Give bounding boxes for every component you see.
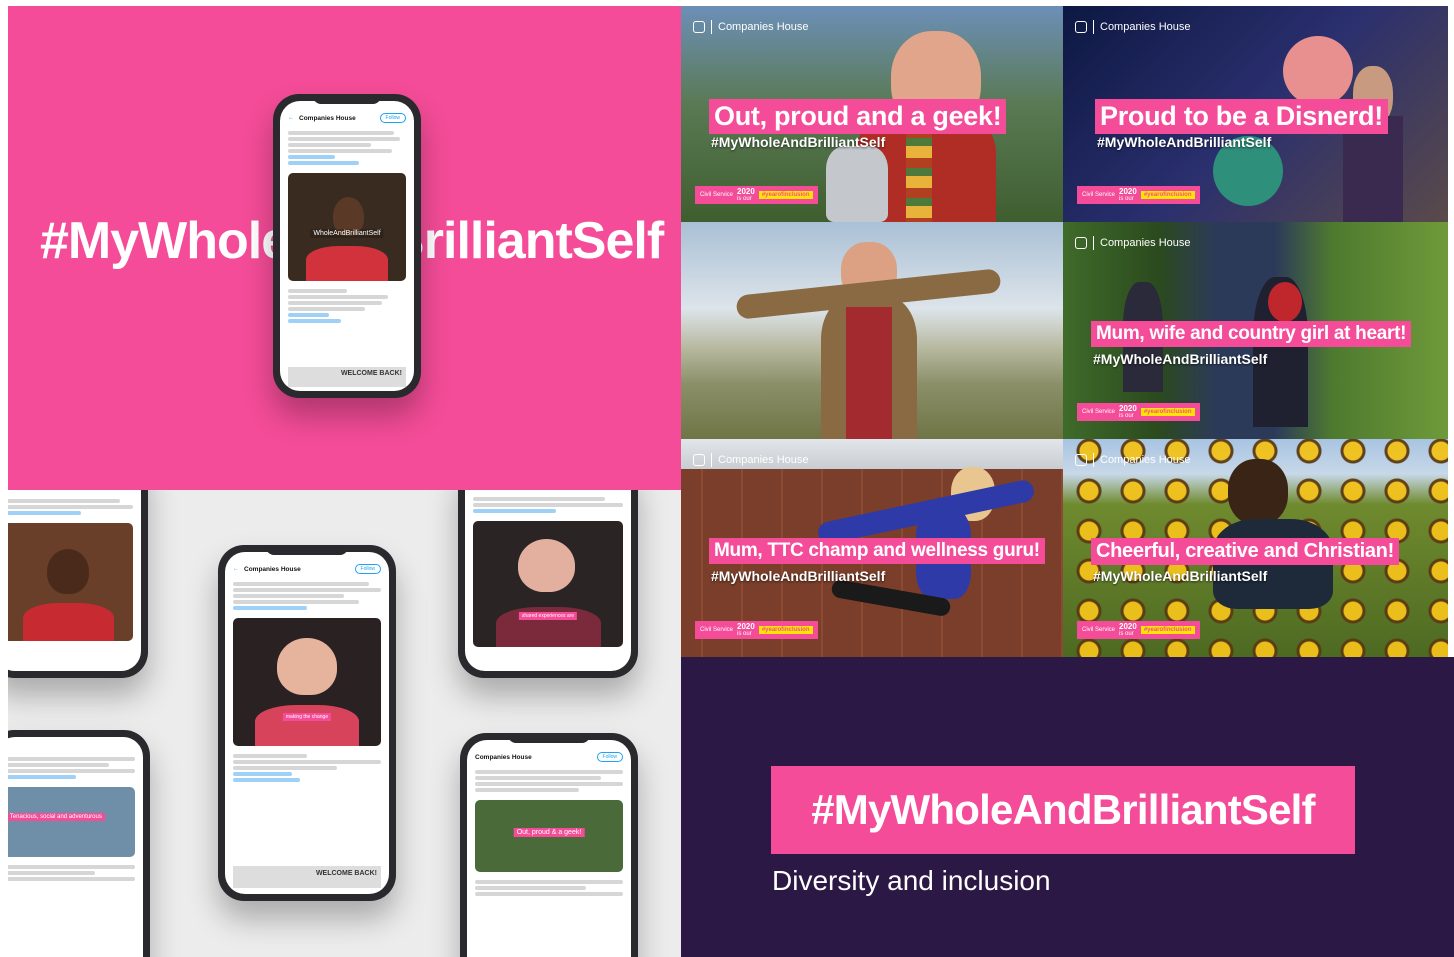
- tile-hashtag: #MyWholeAndBrilliantSelf: [1093, 568, 1268, 584]
- photo-tile-disnerd: Companies House Proud to be a Disnerd! #…: [1063, 6, 1448, 222]
- campaign-collage: #MyWholeAndBrilliantSelf ← Companies Hou…: [0, 0, 1454, 957]
- tile-title: Cheerful, creative and Christian!: [1091, 538, 1399, 565]
- phone-mockup: Companies House Follow Out, proud & a gee…: [460, 733, 638, 957]
- tile-title: Proud to be a Disnerd!: [1095, 99, 1388, 134]
- tweet-video[interactable]: WholeAndBrilliantSelf: [288, 173, 406, 281]
- video-caption: shared experiences are: [518, 611, 578, 620]
- photo-tile-cheerful: Companies House Cheerful, creative and C…: [1063, 439, 1448, 657]
- follow-button[interactable]: Follow: [596, 752, 623, 762]
- companies-house-logo: Companies House: [693, 453, 809, 467]
- welcome-image: WELCOME BACK!: [288, 367, 406, 387]
- follow-button[interactable]: Follow: [354, 564, 381, 574]
- tile-title: Mum, wife and country girl at heart!: [1091, 321, 1412, 347]
- companies-house-logo: Companies House: [1075, 20, 1191, 34]
- tile-hashtag: #MyWholeAndBrilliantSelf: [1097, 134, 1272, 150]
- companies-house-logo: Companies House: [693, 20, 809, 34]
- hero-panel: #MyWholeAndBrilliantSelf ← Companies Hou…: [8, 6, 681, 490]
- tile-hashtag: #MyWholeAndBrilliantSelf: [711, 568, 886, 584]
- hero-phone: ← Companies House Follow WholeAndBrillia…: [273, 94, 421, 398]
- photo-tile-wellness: Companies House Mum, TTC champ and welln…: [681, 439, 1063, 657]
- photo-tile-arms-wide: [681, 222, 1063, 439]
- year-of-inclusion-badge: Civil Service 2020 is our #yearofinclusion: [1077, 186, 1200, 204]
- campaign-subtitle: Diversity and inclusion: [772, 865, 1051, 896]
- follow-button[interactable]: Follow: [379, 113, 406, 123]
- tile-hashtag: #MyWholeAndBrilliantSelf: [711, 134, 886, 150]
- year-of-inclusion-badge: Civil Service 2020 is our #yearofinclusion: [1077, 403, 1200, 421]
- back-arrow-icon[interactable]: ←: [288, 115, 294, 121]
- phone-screen: ← Companies House Follow WholeAndBrillia…: [280, 101, 414, 391]
- phone-mockup: ← Companies House Follow making the change…: [218, 545, 396, 901]
- account-name: Companies House: [299, 114, 356, 122]
- campaign-title-panel: #MyWholeAndBrilliantSelf Diversity and i…: [681, 657, 1454, 957]
- year-of-inclusion-badge: Civil Service 2020 is our #yearofinclusion: [1077, 621, 1200, 639]
- video-caption: Out, proud & a geek!: [513, 828, 585, 837]
- photo-tile-geek: Companies House Out, proud and a geek! #…: [681, 6, 1063, 222]
- crest-icon: [693, 454, 705, 466]
- crest-icon: [1075, 21, 1087, 33]
- campaign-hashtag: #MyWholeAndBrilliantSelf: [771, 766, 1355, 854]
- crest-icon: [693, 21, 705, 33]
- back-arrow-icon[interactable]: ←: [233, 566, 239, 572]
- tile-title: Mum, TTC champ and wellness guru!: [709, 538, 1045, 564]
- phone-mockups-panel: shared experiences are ← Companies House F…: [8, 490, 681, 957]
- welcome-image: WELCOME BACK!: [233, 866, 381, 888]
- video-caption: making the change: [282, 712, 332, 721]
- phone-mockup: [8, 490, 148, 678]
- companies-house-logo: Companies House: [1075, 453, 1191, 467]
- phone-mockup: Tenacious, social and adventurous: [8, 730, 150, 957]
- tweet-header: ← Companies House Follow: [280, 101, 414, 127]
- companies-house-logo: Companies House: [1075, 236, 1191, 250]
- year-of-inclusion-badge: Civil Service 2020 is our #yearofinclusion: [695, 186, 818, 204]
- crest-icon: [1075, 237, 1087, 249]
- video-overlay-text: WholeAndBrilliantSelf: [310, 229, 384, 239]
- phone-mockup: shared experiences are: [458, 490, 638, 678]
- tile-hashtag: #MyWholeAndBrilliantSelf: [1093, 351, 1268, 367]
- crest-icon: [1075, 454, 1087, 466]
- video-caption: Tenacious, social and adventurous: [8, 813, 105, 821]
- year-of-inclusion-badge: Civil Service 2020 is our #yearofinclusion: [695, 621, 818, 639]
- photo-tile-country-girl: Companies House Mum, wife and country gi…: [1063, 222, 1448, 439]
- tweet-text: [280, 127, 414, 169]
- tile-title: Out, proud and a geek!: [709, 99, 1007, 134]
